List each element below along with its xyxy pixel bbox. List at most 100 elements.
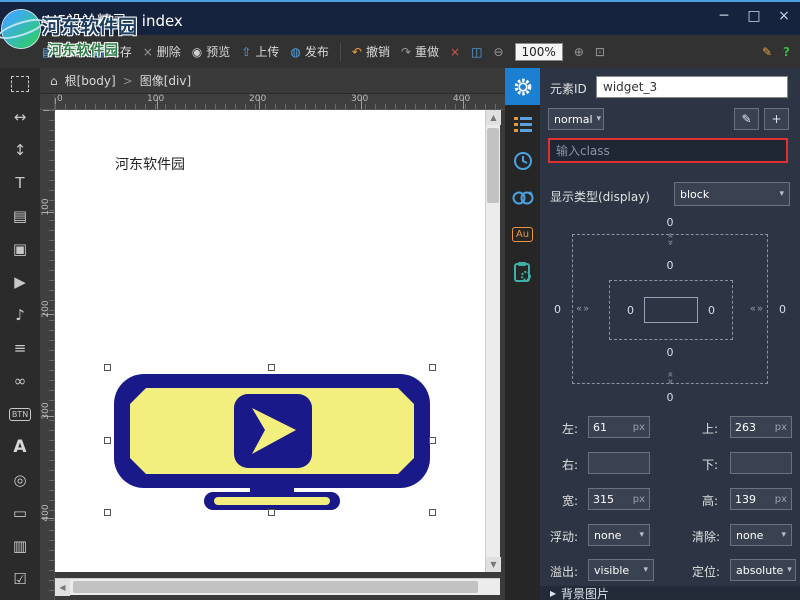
right-field[interactable]: [588, 452, 650, 474]
help-icon[interactable]: ?: [783, 45, 790, 59]
tool-image[interactable]: ▣: [8, 238, 32, 260]
horizontal-scrollbar[interactable]: ◀: [55, 578, 500, 595]
zoom-level[interactable]: 100%: [515, 43, 563, 61]
selection-handle-w[interactable]: [104, 437, 111, 444]
edit-class-button[interactable]: ✎: [734, 108, 759, 130]
selection-handle-n[interactable]: [268, 364, 275, 371]
float-select[interactable]: none ▾: [588, 524, 650, 546]
right-input[interactable]: [593, 457, 627, 470]
scroll-left-icon[interactable]: ◀: [55, 579, 70, 596]
undo-label: 撤销: [366, 43, 390, 60]
display-select[interactable]: block ▾: [674, 182, 790, 206]
home-icon[interactable]: ⌂: [50, 74, 58, 88]
tool-text[interactable]: T: [8, 172, 32, 194]
tool-radio[interactable]: ◎: [8, 469, 32, 491]
bottom-field[interactable]: [730, 452, 792, 474]
scroll-up-icon[interactable]: ▲: [486, 110, 501, 125]
redo-button[interactable]: ↷ 重做: [401, 43, 439, 60]
tool-rect[interactable]: ▭: [8, 502, 32, 524]
left-field[interactable]: px: [588, 416, 650, 438]
publish-icon: ◍: [290, 45, 300, 59]
tool-button[interactable]: BTN: [8, 403, 32, 425]
tab-timing[interactable]: [505, 142, 540, 179]
width-field[interactable]: px: [588, 488, 650, 510]
position-select[interactable]: absolute ▾: [730, 559, 796, 581]
tab-layers[interactable]: [505, 105, 540, 142]
selection-handle-nw[interactable]: [104, 364, 111, 371]
upload-button[interactable]: ⇧ 上传: [241, 43, 279, 60]
state-select[interactable]: normal ▾: [548, 108, 604, 130]
toolbar-separator: [340, 43, 341, 61]
zoom-out-icon[interactable]: ⊖: [493, 45, 503, 59]
tool-move-vertical[interactable]: ↕: [8, 139, 32, 161]
tab-components[interactable]: [505, 253, 540, 290]
tab-settings[interactable]: [505, 68, 540, 105]
audio-icon: ♪: [15, 306, 25, 324]
scroll-down-icon[interactable]: ▼: [486, 557, 501, 572]
minimize-button[interactable]: ─: [716, 8, 732, 24]
preview-button[interactable]: ◉ 预览: [192, 43, 231, 60]
background-image-section[interactable]: ▸ 背景图片: [540, 586, 800, 600]
tool-audio[interactable]: ♪: [8, 304, 32, 326]
top-field[interactable]: px: [730, 416, 792, 438]
selection-handle-se[interactable]: [429, 509, 436, 516]
tool-page[interactable]: ▥: [8, 535, 32, 557]
upload-icon: ⇧: [241, 45, 251, 59]
zoom-in-icon[interactable]: ⊕: [574, 45, 584, 59]
selection-handle-sw[interactable]: [104, 509, 111, 516]
element-id-input[interactable]: [596, 76, 788, 98]
text-icon: T: [15, 174, 24, 192]
height-input[interactable]: [735, 493, 769, 506]
design-canvas[interactable]: 河东软件园: [55, 110, 485, 572]
close-button[interactable]: ×: [776, 8, 792, 24]
publish-button[interactable]: ◍ 发布: [290, 43, 329, 60]
tab-audio[interactable]: Au: [505, 216, 540, 253]
hruler-label: 300: [351, 94, 368, 104]
width-input[interactable]: [593, 493, 627, 506]
save-icon: ▣: [92, 45, 103, 59]
undo-button[interactable]: ↶ 撤销: [352, 43, 390, 60]
delete-button[interactable]: × 删除: [143, 43, 181, 60]
width-label: 宽:: [562, 492, 578, 509]
tool-move-horizontal[interactable]: ↔: [8, 106, 32, 128]
selection-handle-s[interactable]: [268, 509, 275, 516]
clear-label: 清除:: [692, 528, 720, 545]
tab-animation[interactable]: [505, 179, 540, 216]
add-class-button[interactable]: +: [764, 108, 789, 130]
breadcrumb-current[interactable]: 图像[div]: [140, 72, 191, 89]
tool-link[interactable]: ∞: [8, 370, 32, 392]
breadcrumb-root[interactable]: 根[body]: [65, 72, 116, 89]
canvas-text-element[interactable]: 河东软件园: [115, 154, 185, 174]
chevron-down-icon: ▾: [787, 565, 792, 575]
vruler-label: 400: [41, 498, 51, 528]
top-input[interactable]: [735, 421, 769, 434]
overflow-value: visible: [594, 564, 629, 577]
save-button[interactable]: ▣ 保存: [92, 43, 131, 60]
app-window: H5设计精灵 - index ─ □ × ▤ 文件 ▣ 保存 × 删除 ◉ 预览…: [0, 0, 800, 600]
selected-image-widget[interactable]: [112, 372, 432, 512]
tool-select-area[interactable]: [8, 73, 32, 95]
maximize-button[interactable]: □: [746, 8, 762, 24]
tool-textarea[interactable]: ≡: [8, 337, 32, 359]
tool-label[interactable]: A: [8, 436, 32, 458]
overflow-select[interactable]: visible ▾: [588, 559, 654, 581]
bottom-input[interactable]: [735, 457, 769, 470]
left-input[interactable]: [593, 421, 627, 434]
clear-icon[interactable]: ×: [450, 45, 460, 59]
video-icon: ▶: [14, 273, 26, 291]
selection-handle-e[interactable]: [429, 437, 436, 444]
clear-select[interactable]: none ▾: [730, 524, 792, 546]
tool-checkbox[interactable]: ☑: [8, 568, 32, 590]
class-input[interactable]: [548, 138, 788, 163]
vertical-scrollbar[interactable]: ▲ ▼: [485, 110, 500, 572]
panel-toggle-icon[interactable]: ◫: [471, 45, 482, 59]
horizontal-scroll-thumb[interactable]: [73, 581, 478, 593]
selection-handle-ne[interactable]: [429, 364, 436, 371]
pencil-icon[interactable]: ✎: [762, 45, 772, 59]
tool-video[interactable]: ▶: [8, 271, 32, 293]
tool-form[interactable]: ▤: [8, 205, 32, 227]
file-button[interactable]: ▤ 文件: [42, 43, 81, 60]
crop-icon[interactable]: ⊡: [595, 45, 605, 59]
vertical-scroll-thumb[interactable]: [487, 128, 499, 203]
height-field[interactable]: px: [730, 488, 792, 510]
